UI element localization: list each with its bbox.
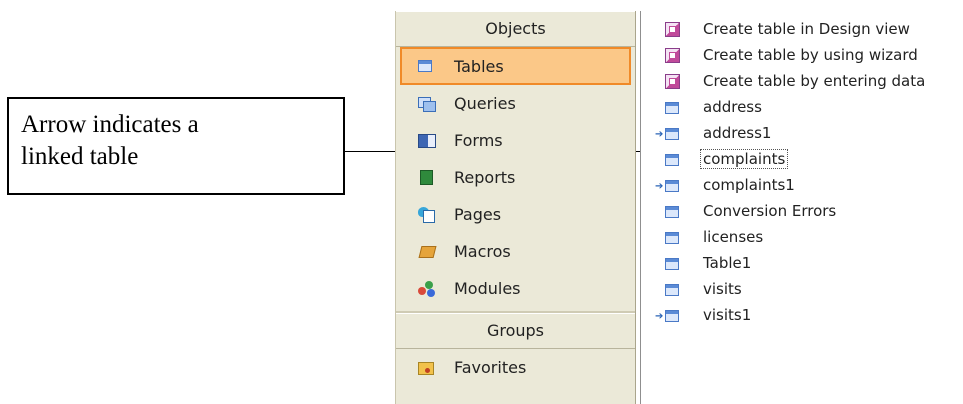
list-item-linked-table[interactable]: ➔ visits1: [641, 302, 751, 328]
objects-item-label: Forms: [454, 131, 503, 150]
list-item-label: Table1: [703, 254, 752, 272]
wizard-icon: [665, 74, 681, 89]
list-item-label: visits: [703, 280, 742, 298]
groups-header[interactable]: Groups: [396, 313, 635, 349]
list-item-create-wizard[interactable]: Create table by using wizard: [641, 42, 918, 68]
groups-item-label: Favorites: [454, 358, 527, 377]
macros-icon: [418, 244, 437, 260]
table-icon: [665, 230, 681, 244]
list-item-label: address1: [703, 124, 772, 142]
callout-text-line1: Arrow indicates a: [21, 111, 199, 138]
groups-item-favorites[interactable]: Favorites: [396, 349, 635, 386]
list-item-label: complaints: [700, 149, 789, 169]
pages-icon: [418, 206, 436, 223]
queries-icon: [418, 96, 436, 112]
modules-icon: [418, 280, 436, 297]
objects-item-pages[interactable]: Pages: [396, 196, 635, 233]
objects-item-label: Queries: [454, 94, 516, 113]
linked-table-icon: ➔: [655, 308, 681, 322]
objects-item-reports[interactable]: Reports: [396, 159, 635, 196]
linked-table-icon: ➔: [655, 178, 681, 192]
list-item-table[interactable]: Table1: [641, 250, 751, 276]
objects-item-label: Reports: [454, 168, 516, 187]
table-icon: [665, 282, 681, 296]
objects-bar: Objects Tables Queries Forms Reports Pag…: [395, 11, 636, 404]
objects-item-label: Macros: [454, 242, 511, 261]
list-item-label: visits1: [703, 306, 752, 324]
favorites-folder-icon: [418, 360, 436, 376]
link-arrow-icon: ➔: [655, 181, 664, 192]
objects-item-label: Pages: [454, 205, 502, 224]
list-item-label: complaints1: [703, 176, 795, 194]
list-item-label: address: [703, 98, 762, 116]
wizard-icon: [665, 22, 681, 37]
list-item-table[interactable]: Conversion Errors: [641, 198, 836, 224]
objects-item-label: Modules: [454, 279, 521, 298]
link-arrow-icon: ➔: [655, 311, 664, 322]
callout-text-line2: linked table: [21, 143, 139, 170]
list-item-table[interactable]: visits: [641, 276, 742, 302]
objects-item-label: Tables: [454, 56, 504, 76]
reports-icon: [418, 169, 436, 186]
list-item-create-entering-data[interactable]: Create table by entering data: [641, 68, 925, 94]
list-item-table[interactable]: address: [641, 94, 762, 120]
linked-table-icon: ➔: [655, 126, 681, 140]
list-item-linked-table[interactable]: ➔ complaints1: [641, 172, 795, 198]
objects-item-macros[interactable]: Macros: [396, 233, 635, 270]
list-item-label: Create table in Design view: [703, 20, 910, 38]
forms-icon: [418, 133, 436, 149]
wizard-icon: [665, 48, 681, 63]
table-icon: [665, 256, 681, 270]
list-item-label: Create table by using wizard: [703, 46, 918, 64]
objects-item-tables[interactable]: Tables: [400, 47, 631, 85]
objects-item-modules[interactable]: Modules: [396, 270, 635, 307]
list-item-linked-table[interactable]: ➔ address1: [641, 120, 771, 146]
table-icon: [665, 152, 681, 166]
table-icon: [665, 100, 681, 114]
objects-header[interactable]: Objects: [396, 11, 635, 47]
groups-section: Groups Favorites: [396, 311, 635, 386]
objects-item-forms[interactable]: Forms: [396, 122, 635, 159]
list-item-label: Conversion Errors: [703, 202, 837, 220]
list-item-create-design-view[interactable]: Create table in Design view: [641, 16, 910, 42]
list-item-label: licenses: [703, 228, 764, 246]
objects-item-queries[interactable]: Queries: [396, 85, 635, 122]
link-arrow-icon: ➔: [655, 129, 664, 140]
table-icon: [418, 58, 436, 74]
list-item-table[interactable]: complaints: [641, 146, 789, 172]
callout-box: Arrow indicates a linked table: [7, 97, 345, 195]
list-item-table[interactable]: licenses: [641, 224, 763, 250]
table-list-pane: Create table in Design view Create table…: [640, 11, 963, 404]
table-icon: [665, 204, 681, 218]
list-item-label: Create table by entering data: [703, 72, 926, 90]
